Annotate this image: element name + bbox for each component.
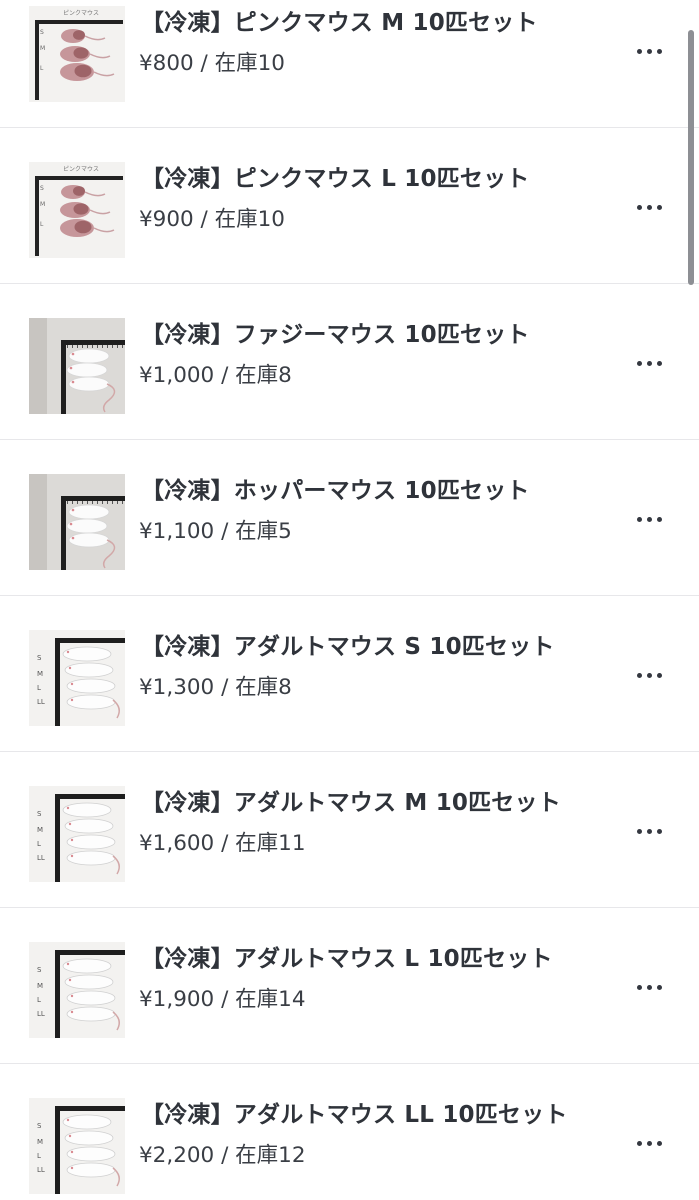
size-label: S (37, 966, 42, 974)
product-row[interactable]: S M L LL 【冷凍】アダルトマウス LL 10匹セット ¥2,200 / 在庫1… (0, 1065, 699, 1200)
more-options-button[interactable] (630, 1125, 674, 1161)
product-title: 【冷凍】アダルトマウス S 10匹セット (141, 634, 555, 660)
product-title: 【冷凍】ホッパーマウス 10匹セット (141, 478, 530, 504)
product-thumbnail: ピンクマウス S M L (29, 6, 125, 102)
product-row[interactable]: S M L LL 【冷凍】アダルトマウス L 10匹セット ¥1,900 / 在庫14 (0, 909, 699, 1064)
size-label: L (37, 840, 41, 848)
product-thumbnail: ピンクマウス S M L (29, 162, 125, 258)
product-title: 【冷凍】アダルトマウス L 10匹セット (141, 946, 553, 972)
product-row[interactable]: ピンクマウス S M L 【冷凍】ピンクマウス L 10匹セット ¥900 / 在庫1… (0, 129, 699, 284)
thumbnail-header-label: ピンクマウス (63, 9, 99, 17)
product-row[interactable]: S M L LL 【冷凍】アダルトマウス M 10匹セット ¥1,600 / 在庫11 (0, 753, 699, 908)
size-label: LL (37, 1010, 45, 1018)
size-label: S (40, 185, 44, 192)
size-label: LL (37, 854, 45, 862)
more-options-button[interactable] (630, 657, 674, 693)
more-options-button[interactable] (630, 813, 674, 849)
more-options-button[interactable] (630, 33, 674, 69)
product-price-stock: ¥1,300 / 在庫8 (139, 675, 292, 700)
scrollbar-thumb[interactable] (688, 30, 694, 285)
size-label: M (40, 45, 45, 52)
product-thumbnail: S M L LL (29, 1098, 125, 1194)
product-thumbnail: S M L LL (29, 630, 125, 726)
size-label: S (37, 654, 42, 662)
size-label: LL (37, 1166, 45, 1174)
more-options-button[interactable] (630, 969, 674, 1005)
product-thumbnail: S M L LL (29, 786, 125, 882)
product-price-stock: ¥1,600 / 在庫11 (139, 831, 306, 856)
product-price-stock: ¥900 / 在庫10 (139, 207, 285, 232)
thumbnail-header-label: ピンクマウス (63, 165, 99, 173)
size-label: M (40, 201, 45, 208)
size-label: L (37, 996, 41, 1004)
product-row[interactable]: S M L LL 【冷凍】アダルトマウス S 10匹セット ¥1,300 / 在庫8 (0, 597, 699, 752)
product-title: 【冷凍】アダルトマウス M 10匹セット (141, 790, 561, 816)
product-price-stock: ¥2,200 / 在庫12 (139, 1143, 306, 1168)
product-title: 【冷凍】ピンクマウス L 10匹セット (141, 166, 530, 192)
size-label: LL (37, 698, 45, 706)
product-title: 【冷凍】アダルトマウス LL 10匹セット (141, 1102, 568, 1128)
product-row[interactable]: ピンクマウス S M L 【冷凍】ピンクマウス M 10匹セット ¥800 / 在庫1… (0, 0, 699, 128)
product-list: ピンクマウス S M L 【冷凍】ピンクマウス M 10匹セット ¥800 / 在庫1… (0, 0, 699, 1200)
product-price-stock: ¥800 / 在庫10 (139, 51, 285, 76)
product-thumbnail (29, 318, 125, 414)
size-label: S (37, 1122, 42, 1130)
product-title: 【冷凍】ピンクマウス M 10匹セット (141, 10, 538, 36)
size-label: S (37, 810, 42, 818)
more-options-button[interactable] (630, 345, 674, 381)
size-label: L (37, 1152, 41, 1160)
product-thumbnail: S M L LL (29, 942, 125, 1038)
size-label: M (37, 826, 43, 834)
more-options-button[interactable] (630, 189, 674, 225)
product-row[interactable]: 【冷凍】ホッパーマウス 10匹セット ¥1,100 / 在庫5 (0, 441, 699, 596)
product-row[interactable]: 【冷凍】ファジーマウス 10匹セット ¥1,000 / 在庫8 (0, 285, 699, 440)
size-label: L (37, 684, 41, 692)
product-price-stock: ¥1,000 / 在庫8 (139, 363, 292, 388)
size-label: M (37, 670, 43, 678)
size-label: M (37, 982, 43, 990)
product-thumbnail (29, 474, 125, 570)
size-label: M (37, 1138, 43, 1146)
size-label: S (40, 29, 44, 36)
more-options-button[interactable] (630, 501, 674, 537)
product-price-stock: ¥1,900 / 在庫14 (139, 987, 306, 1012)
product-price-stock: ¥1,100 / 在庫5 (139, 519, 292, 544)
product-title: 【冷凍】ファジーマウス 10匹セット (141, 322, 530, 348)
